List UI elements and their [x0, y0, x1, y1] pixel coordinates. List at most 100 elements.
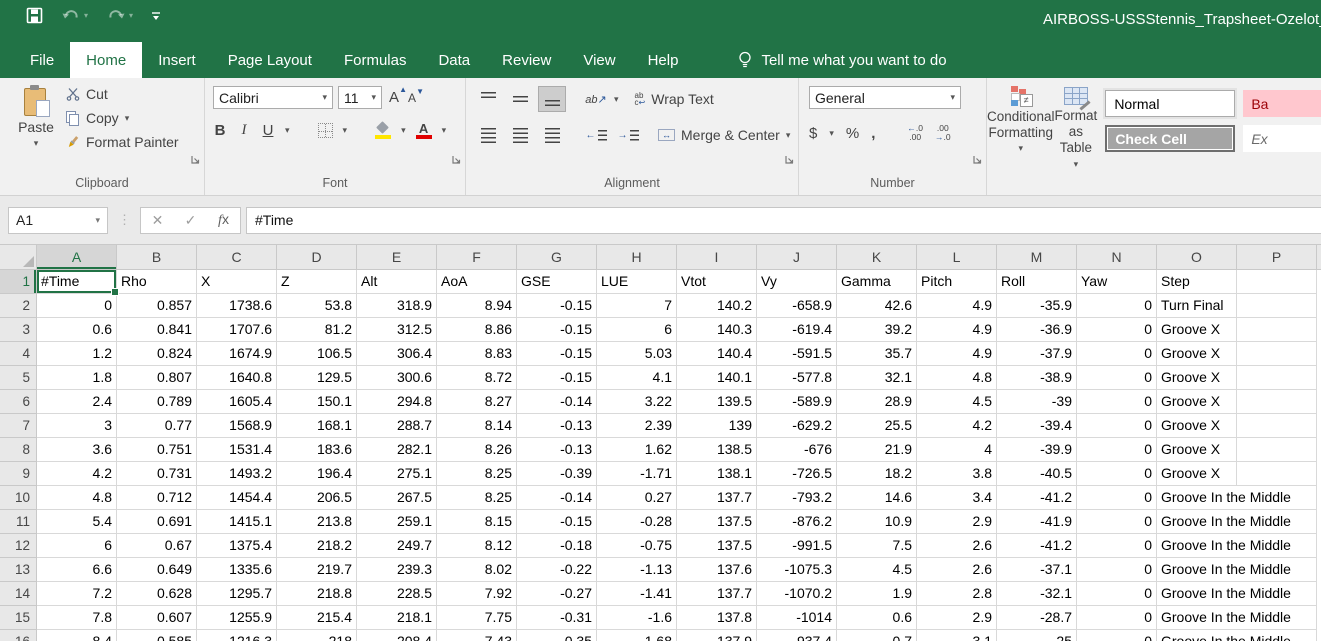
cell-N15[interactable]: 0: [1077, 606, 1157, 630]
cell-O4[interactable]: Groove X: [1157, 342, 1237, 366]
font-color-dropdown-icon[interactable]: ▾: [442, 125, 447, 136]
cell-H11[interactable]: -0.28: [597, 510, 677, 534]
cell-L8[interactable]: 4: [917, 438, 997, 462]
cell-I10[interactable]: 137.7: [677, 486, 757, 510]
cell-F14[interactable]: 7.92: [437, 582, 517, 606]
cell-A14[interactable]: 7.2: [37, 582, 117, 606]
cell-I8[interactable]: 138.5: [677, 438, 757, 462]
column-header-P[interactable]: P: [1237, 245, 1317, 270]
number-format-dropdown-icon[interactable]: ▾: [944, 92, 955, 103]
cell-I4[interactable]: 140.4: [677, 342, 757, 366]
cell-style-explanatory[interactable]: Ex: [1243, 125, 1321, 152]
cell-H9[interactable]: -1.71: [597, 462, 677, 486]
cell-P13[interactable]: [1237, 558, 1317, 582]
cell-M14[interactable]: -32.1: [997, 582, 1077, 606]
cell-F15[interactable]: 7.75: [437, 606, 517, 630]
cell-F5[interactable]: 8.72: [437, 366, 517, 390]
cell-C4[interactable]: 1674.9: [197, 342, 277, 366]
cell-D6[interactable]: 150.1: [277, 390, 357, 414]
cell-G13[interactable]: -0.22: [517, 558, 597, 582]
column-header-O[interactable]: O: [1157, 245, 1237, 270]
cell-E7[interactable]: 288.7: [357, 414, 437, 438]
cell-A6[interactable]: 2.4: [37, 390, 117, 414]
row-header-14[interactable]: 14: [0, 582, 37, 606]
column-header-E[interactable]: E: [357, 245, 437, 270]
confirm-entry-button[interactable]: ✓: [174, 212, 207, 229]
cell-B12[interactable]: 0.67: [117, 534, 197, 558]
cell-G16[interactable]: -0.35: [517, 630, 597, 641]
cell-K7[interactable]: 25.5: [837, 414, 917, 438]
cell-F6[interactable]: 8.27: [437, 390, 517, 414]
cell-G14[interactable]: -0.27: [517, 582, 597, 606]
cell-A4[interactable]: 1.2: [37, 342, 117, 366]
row-header-2[interactable]: 2: [0, 294, 37, 318]
redo-button[interactable]: ▾: [106, 8, 133, 23]
column-header-B[interactable]: B: [117, 245, 197, 270]
row-header-4[interactable]: 4: [0, 342, 37, 366]
cell-O9[interactable]: Groove X: [1157, 462, 1237, 486]
cell-F12[interactable]: 8.12: [437, 534, 517, 558]
cell-M1[interactable]: Roll: [997, 270, 1077, 294]
cell-K10[interactable]: 14.6: [837, 486, 917, 510]
cell-P10[interactable]: [1237, 486, 1317, 510]
cell-M2[interactable]: -35.9: [997, 294, 1077, 318]
cell-C9[interactable]: 1493.2: [197, 462, 277, 486]
tell-me-search[interactable]: Tell me what you want to do: [738, 42, 946, 78]
cell-L3[interactable]: 4.9: [917, 318, 997, 342]
row-header-16[interactable]: 16: [0, 630, 37, 641]
row-header-1[interactable]: 1: [0, 270, 37, 294]
cell-F11[interactable]: 8.15: [437, 510, 517, 534]
cell-B3[interactable]: 0.841: [117, 318, 197, 342]
cell-N7[interactable]: 0: [1077, 414, 1157, 438]
font-name-dropdown-icon[interactable]: ▾: [316, 92, 327, 103]
cell-P12[interactable]: [1237, 534, 1317, 558]
row-header-6[interactable]: 6: [0, 390, 37, 414]
cell-G8[interactable]: -0.13: [517, 438, 597, 462]
cell-F9[interactable]: 8.25: [437, 462, 517, 486]
row-header-7[interactable]: 7: [0, 414, 37, 438]
cell-K2[interactable]: 42.6: [837, 294, 917, 318]
paste-dropdown-icon[interactable]: ▾: [34, 138, 39, 149]
cell-L15[interactable]: 2.9: [917, 606, 997, 630]
cell-B16[interactable]: 0.585: [117, 630, 197, 641]
undo-dropdown-icon[interactable]: ▾: [84, 11, 88, 20]
cell-F10[interactable]: 8.25: [437, 486, 517, 510]
cell-P5[interactable]: [1237, 366, 1317, 390]
borders-icon[interactable]: [318, 123, 333, 138]
cell-G10[interactable]: -0.14: [517, 486, 597, 510]
clipboard-dialog-launcher[interactable]: [190, 152, 201, 170]
cell-E11[interactable]: 259.1: [357, 510, 437, 534]
select-all-corner[interactable]: [0, 245, 37, 270]
cell-P1[interactable]: [1237, 270, 1317, 294]
cell-I14[interactable]: 137.7: [677, 582, 757, 606]
cell-D12[interactable]: 218.2: [277, 534, 357, 558]
cell-O16[interactable]: Groove In the Middle: [1157, 630, 1237, 641]
cell-B13[interactable]: 0.649: [117, 558, 197, 582]
cell-F4[interactable]: 8.83: [437, 342, 517, 366]
formula-bar-resizer[interactable]: ⋮: [118, 212, 130, 228]
cell-J9[interactable]: -726.5: [757, 462, 837, 486]
cell-G2[interactable]: -0.15: [517, 294, 597, 318]
cell-N16[interactable]: 0: [1077, 630, 1157, 641]
cell-K14[interactable]: 1.9: [837, 582, 917, 606]
cell-N8[interactable]: 0: [1077, 438, 1157, 462]
cell-P3[interactable]: [1237, 318, 1317, 342]
increase-decimal-button[interactable]: ←.0.00: [907, 124, 923, 143]
cell-D7[interactable]: 168.1: [277, 414, 357, 438]
cell-K3[interactable]: 39.2: [837, 318, 917, 342]
number-dialog-launcher[interactable]: [972, 152, 983, 170]
cell-L1[interactable]: Pitch: [917, 270, 997, 294]
cell-I15[interactable]: 137.8: [677, 606, 757, 630]
cell-C2[interactable]: 1738.6: [197, 294, 277, 318]
align-top-button[interactable]: [474, 86, 502, 112]
cell-P15[interactable]: [1237, 606, 1317, 630]
cell-H7[interactable]: 2.39: [597, 414, 677, 438]
cell-E16[interactable]: 208.4: [357, 630, 437, 641]
cell-L12[interactable]: 2.6: [917, 534, 997, 558]
cell-G15[interactable]: -0.31: [517, 606, 597, 630]
cell-C6[interactable]: 1605.4: [197, 390, 277, 414]
cell-H14[interactable]: -1.41: [597, 582, 677, 606]
cell-D2[interactable]: 53.8: [277, 294, 357, 318]
cell-M11[interactable]: -41.9: [997, 510, 1077, 534]
cell-A9[interactable]: 4.2: [37, 462, 117, 486]
